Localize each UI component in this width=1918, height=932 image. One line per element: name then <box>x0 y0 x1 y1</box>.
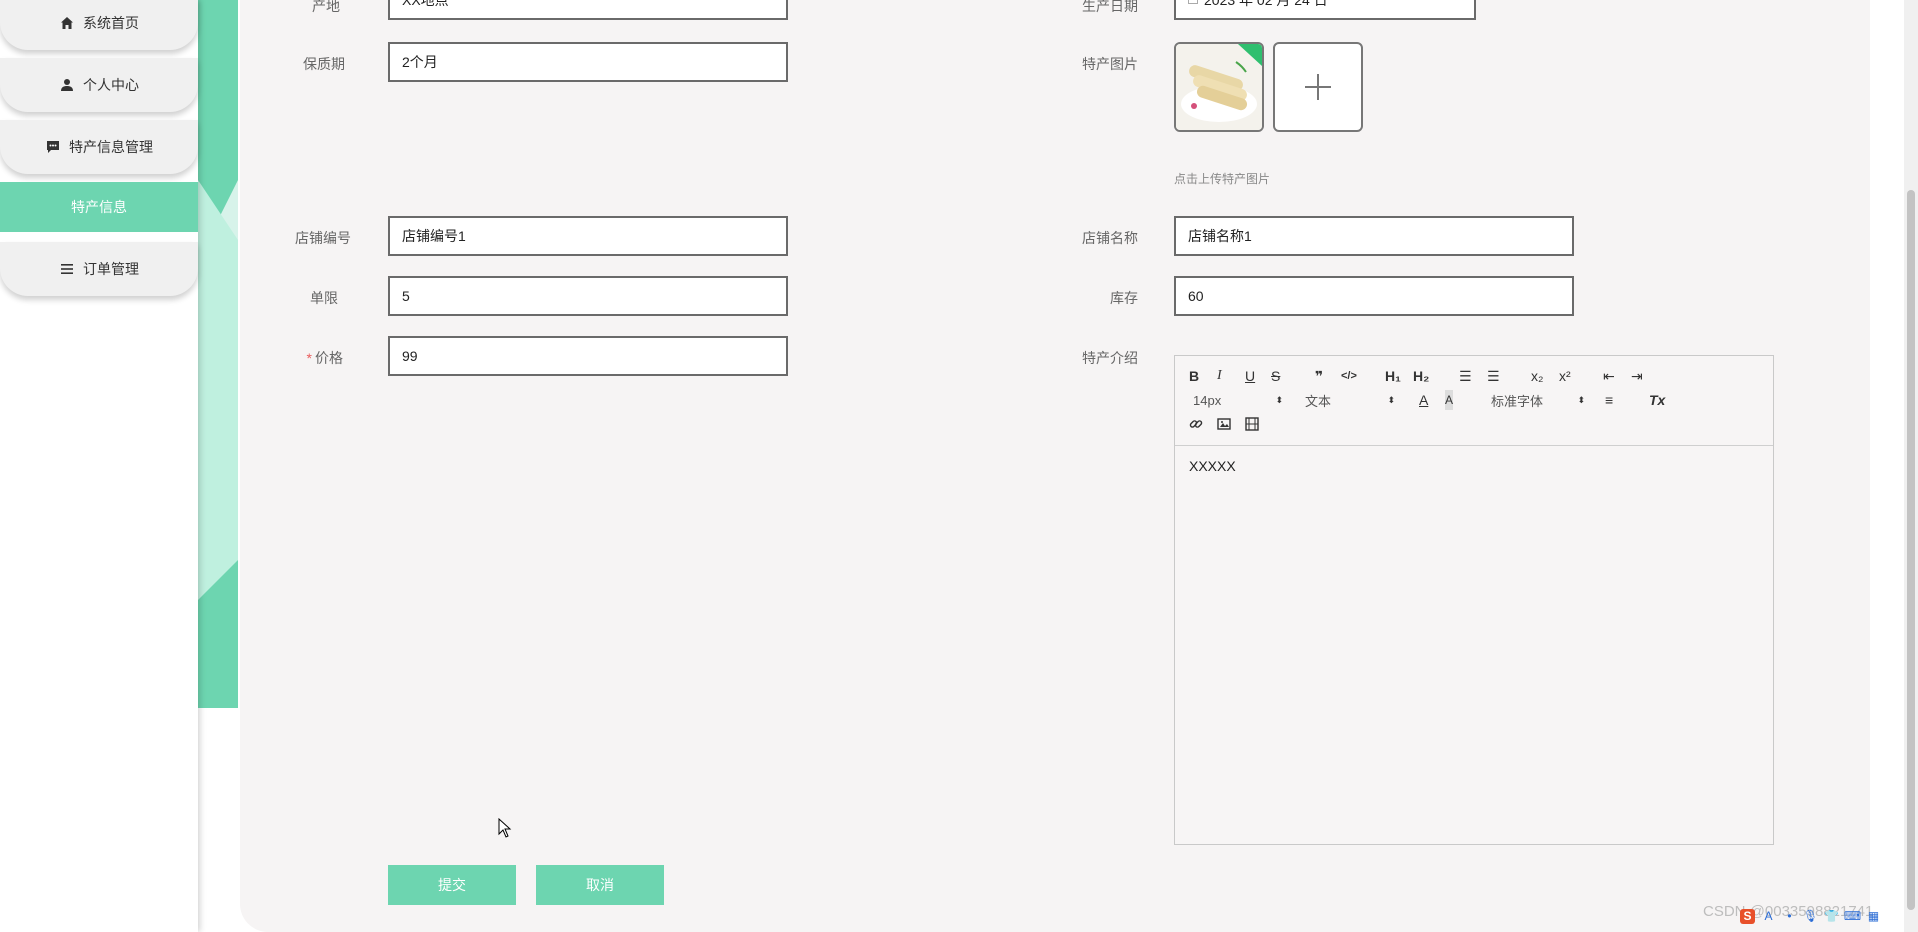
sidebar-item-label: 个人中心 <box>83 77 139 93</box>
link-icon <box>1189 420 1203 428</box>
intro-label: 特产介绍 <box>1082 350 1138 366</box>
font-color-button[interactable]: A <box>1419 390 1428 410</box>
editor-content[interactable]: XXXXX <box>1175 446 1773 486</box>
sidebar-item-specialty-management[interactable]: 特产信息管理 <box>0 120 198 174</box>
ordered-list-button[interactable]: ☰ <box>1459 366 1472 386</box>
italic-button[interactable]: I <box>1217 366 1222 386</box>
vertical-scrollbar[interactable] <box>1904 0 1918 932</box>
clean-format-button[interactable]: Tx <box>1649 390 1665 410</box>
punctuation-icon[interactable]: • <box>1782 909 1797 924</box>
select-arrows-icon: ⬍ <box>1577 394 1585 405</box>
outdent-button[interactable]: ⇤ <box>1603 366 1615 386</box>
select-arrows-icon: ⬍ <box>1275 394 1283 405</box>
select-arrows-icon: ⬍ <box>1387 394 1395 405</box>
font-family-value: 标准字体 <box>1491 393 1544 409</box>
production-date-label: 生产日期 <box>1082 0 1138 14</box>
price-label-text: 价格 <box>315 350 343 366</box>
sidebar-item-specialty-info[interactable]: 特产信息 <box>0 182 198 232</box>
cancel-button[interactable]: 取消 <box>536 865 664 905</box>
scrollbar-thumb[interactable] <box>1907 190 1915 910</box>
header-value: 文本 <box>1305 393 1332 409</box>
bullet-list-button[interactable]: ☰ <box>1487 366 1500 386</box>
mouse-cursor-icon <box>498 817 512 843</box>
required-mark: * <box>306 350 312 366</box>
sidebar-item-home[interactable]: 系统首页 <box>0 0 198 50</box>
subscript-button[interactable]: x₂ <box>1531 366 1543 386</box>
shop-id-label: 店铺编号 <box>295 230 351 246</box>
stock-label: 库存 <box>1110 290 1138 306</box>
image-icon <box>1217 418 1231 430</box>
specialty-image-thumbnail[interactable] <box>1174 42 1264 132</box>
shop-name-field[interactable]: 店铺名称1 <box>1174 216 1574 256</box>
indent-button[interactable]: ⇥ <box>1631 366 1643 386</box>
sidebar-item-profile[interactable]: 个人中心 <box>0 58 198 112</box>
editor-toolbar: B I U S ❞ </> H₁ H₂ ☰ ☰ x₂ x² ⇤ ⇥ 14px ⬍… <box>1175 356 1773 446</box>
strike-button[interactable]: S <box>1271 366 1280 386</box>
align-button[interactable]: ≡ <box>1605 390 1613 410</box>
sidebar-item-label: 订单管理 <box>83 261 139 277</box>
video-button[interactable] <box>1245 414 1259 434</box>
superscript-button[interactable]: x² <box>1559 366 1571 386</box>
origin-label: 产地 <box>312 0 340 14</box>
production-date-value: 2023 年 02 月 24 日 <box>1204 0 1328 8</box>
calendar-icon <box>1188 0 1198 4</box>
sidebar-item-label: 系统首页 <box>83 15 139 31</box>
price-field[interactable]: 99 <box>388 336 788 376</box>
origin-field[interactable]: XX地点 <box>388 0 788 20</box>
sidebar-item-label: 特产信息 <box>71 199 127 215</box>
blockquote-button[interactable]: ❞ <box>1315 366 1323 386</box>
plus-icon <box>1305 74 1331 100</box>
stock-field[interactable]: 60 <box>1174 276 1574 316</box>
image-button[interactable] <box>1217 414 1231 434</box>
image-label: 特产图片 <box>1082 56 1138 72</box>
ime-s-icon[interactable]: S <box>1740 908 1755 924</box>
price-label: * 价格 <box>233 348 343 368</box>
list-icon <box>59 261 75 277</box>
shelf-life-field[interactable]: 2个月 <box>388 42 788 82</box>
shelf-life-label: 保质期 <box>303 56 345 72</box>
font-size-value: 14px <box>1193 392 1222 408</box>
user-icon <box>59 77 75 93</box>
film-icon <box>1245 417 1259 431</box>
production-date-field[interactable]: 2023 年 02 月 24 日 <box>1174 0 1476 20</box>
shop-name-label: 店铺名称 <box>1082 230 1138 246</box>
limit-field[interactable]: 5 <box>388 276 788 316</box>
shirt-icon[interactable]: 👕 <box>1824 909 1839 924</box>
code-block-button[interactable]: </> <box>1341 366 1357 386</box>
limit-label: 单限 <box>310 290 338 306</box>
rich-text-editor: B I U S ❞ </> H₁ H₂ ☰ ☰ x₂ x² ⇤ ⇥ 14px ⬍… <box>1174 355 1774 845</box>
microphone-icon[interactable]: 🎙 <box>1803 909 1818 924</box>
add-image-button[interactable] <box>1273 42 1363 132</box>
system-tray: S A • 🎙 👕 ⌨ ▦ <box>1740 904 1881 928</box>
submit-button[interactable]: 提交 <box>388 865 516 905</box>
upload-hint: 点击上传特产图片 <box>1174 172 1271 186</box>
font-size-select[interactable]: 14px ⬍ <box>1193 390 1283 410</box>
sidebar: 系统首页 个人中心 特产信息管理 特产信息 订单管理 <box>0 0 198 932</box>
header-select[interactable]: 文本 ⬍ <box>1305 390 1395 410</box>
grid-icon[interactable]: ▦ <box>1866 909 1881 924</box>
bold-button[interactable]: B <box>1189 366 1199 386</box>
h1-button[interactable]: H₁ <box>1385 366 1401 386</box>
shop-id-field[interactable]: 店铺编号1 <box>388 216 788 256</box>
font-family-select[interactable]: 标准字体 ⬍ <box>1491 390 1585 410</box>
sidebar-item-orders[interactable]: 订单管理 <box>0 242 198 296</box>
sidebar-item-label: 特产信息管理 <box>69 139 153 155</box>
language-icon[interactable]: A <box>1761 909 1776 924</box>
link-button[interactable] <box>1189 414 1203 434</box>
underline-button[interactable]: U <box>1245 366 1255 386</box>
background-color-button[interactable]: A <box>1445 390 1454 410</box>
h2-button[interactable]: H₂ <box>1413 366 1429 386</box>
home-icon <box>59 15 75 31</box>
keyboard-icon[interactable]: ⌨ <box>1844 909 1861 924</box>
chat-icon <box>45 139 61 155</box>
